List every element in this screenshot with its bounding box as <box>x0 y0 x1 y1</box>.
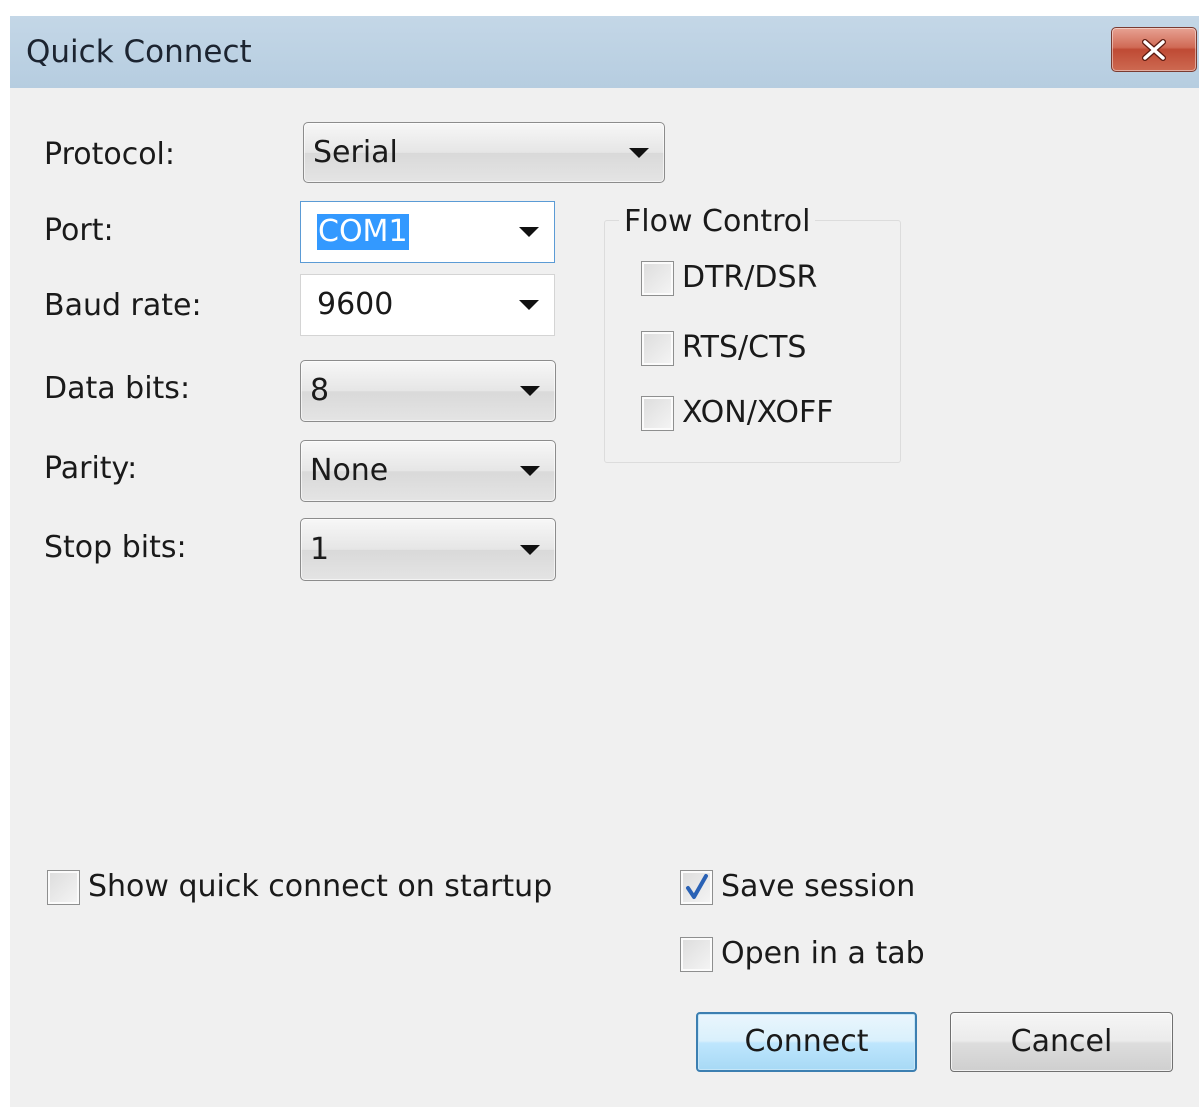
dtr-dsr-label[interactable]: DTR/DSR <box>682 260 817 296</box>
check-mark-icon <box>686 873 708 899</box>
save-session-checkbox-row[interactable]: Save session <box>680 869 915 905</box>
baud-rate-label: Baud rate: <box>44 288 202 323</box>
open-in-tab-checkbox-row[interactable]: Open in a tab <box>680 936 925 972</box>
flow-control-title: Flow Control <box>619 205 816 239</box>
port-value[interactable]: COM1 <box>317 214 409 250</box>
checkbox-icon[interactable] <box>680 936 713 972</box>
stop-bits-value: 1 <box>310 531 330 567</box>
checkbox-icon[interactable] <box>641 260 674 296</box>
chevron-down-icon[interactable] <box>519 227 539 237</box>
checkbox-icon[interactable] <box>641 330 674 366</box>
show-on-startup-label[interactable]: Show quick connect on startup <box>88 869 552 905</box>
protocol-label: Protocol: <box>44 137 176 172</box>
chevron-down-icon <box>520 386 540 396</box>
rts-cts-label[interactable]: RTS/CTS <box>682 330 806 366</box>
parity-label: Parity: <box>44 451 138 486</box>
port-combobox[interactable]: COM1 <box>300 201 555 263</box>
checkbox-icon[interactable] <box>47 869 80 905</box>
stop-bits-label: Stop bits: <box>44 530 187 565</box>
connect-button[interactable]: Connect <box>696 1012 917 1072</box>
open-in-tab-label[interactable]: Open in a tab <box>721 936 925 972</box>
close-button[interactable] <box>1111 27 1197 72</box>
port-label: Port: <box>44 213 114 248</box>
xon-xoff-label[interactable]: XON/XOFF <box>682 395 834 431</box>
window-title: Quick Connect <box>26 34 252 70</box>
data-bits-value: 8 <box>310 373 330 408</box>
stop-bits-dropdown[interactable]: 1 <box>300 518 556 581</box>
data-bits-dropdown[interactable]: 8 <box>300 360 556 422</box>
cancel-button[interactable]: Cancel <box>950 1012 1173 1072</box>
protocol-value: Serial <box>313 134 398 170</box>
checkbox-icon[interactable] <box>641 395 674 431</box>
show-on-startup-checkbox-row[interactable]: Show quick connect on startup <box>47 869 552 905</box>
close-icon <box>1142 38 1166 61</box>
parity-dropdown[interactable]: None <box>300 440 556 502</box>
parity-value: None <box>310 453 389 488</box>
xon-xoff-checkbox-row[interactable]: XON/XOFF <box>641 395 834 431</box>
save-session-label[interactable]: Save session <box>721 869 915 905</box>
chevron-down-icon <box>520 544 540 555</box>
data-bits-label: Data bits: <box>44 371 191 406</box>
dtr-dsr-checkbox-row[interactable]: DTR/DSR <box>641 260 817 296</box>
baud-rate-combobox[interactable]: 9600 <box>300 274 555 336</box>
checkbox-icon[interactable] <box>680 869 713 905</box>
rts-cts-checkbox-row[interactable]: RTS/CTS <box>641 330 806 366</box>
baud-rate-value[interactable]: 9600 <box>317 287 393 323</box>
title-bar[interactable]: Quick Connect <box>10 16 1199 88</box>
protocol-dropdown[interactable]: Serial <box>303 122 665 183</box>
quick-connect-dialog: Quick Connect Protocol: Serial Port: COM… <box>10 16 1199 1107</box>
chevron-down-icon <box>629 147 649 158</box>
chevron-down-icon[interactable] <box>519 300 539 310</box>
chevron-down-icon <box>520 466 540 476</box>
